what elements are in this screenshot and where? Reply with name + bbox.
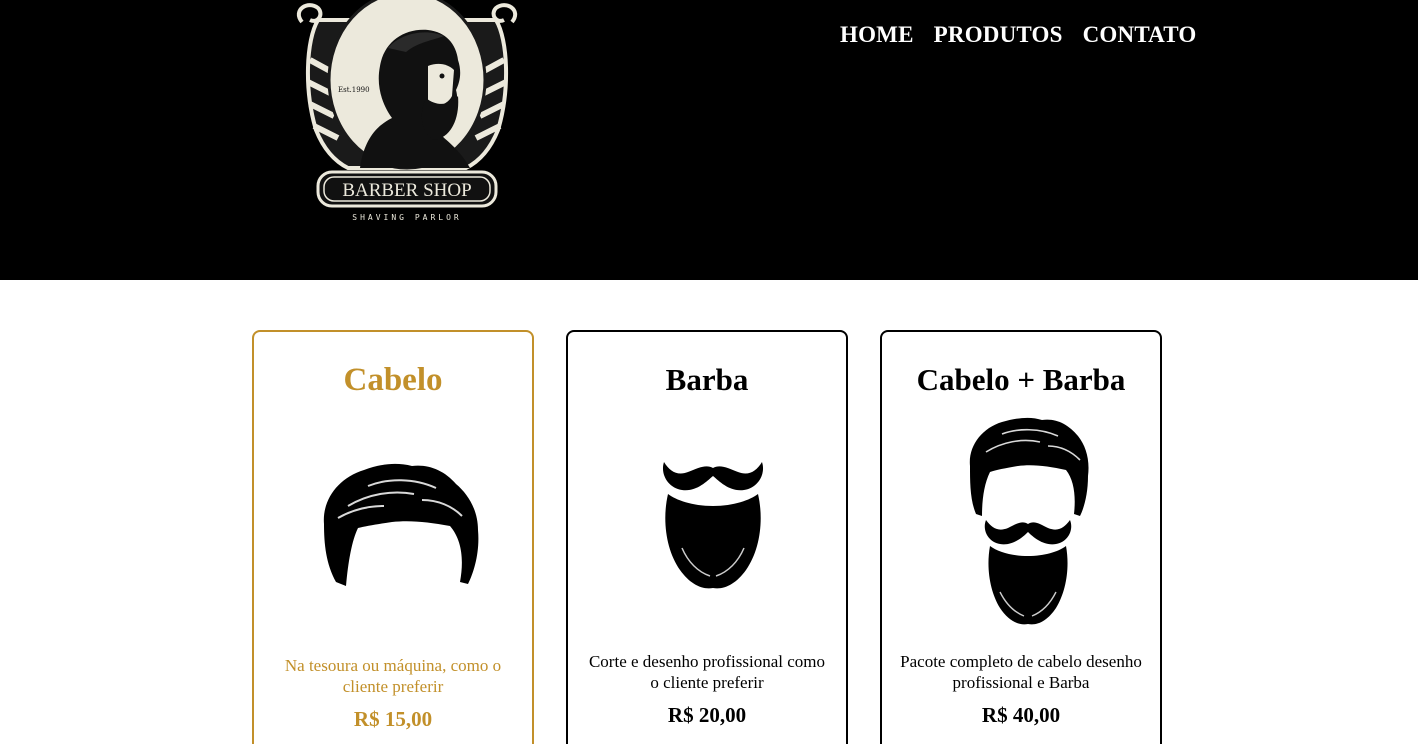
product-card-cabelo-barba[interactable]: Cabelo + Barba Pacote completo de cabelo…	[880, 330, 1162, 744]
beard-icon	[660, 452, 766, 596]
nav-home[interactable]: HOME	[840, 22, 914, 48]
card-title: Cabelo + Barba	[916, 362, 1126, 397]
hair-and-beard-icon	[966, 416, 1090, 632]
card-price: R$ 15,00	[353, 707, 433, 731]
main-nav: HOME PRODUTOS CONTATO	[840, 22, 1197, 48]
product-card-barba[interactable]: Barba Corte e desenho profissional como …	[566, 330, 848, 744]
site-header: Est.1990 BARBER SHOP SHAVING PARLOR HOME…	[0, 0, 1418, 280]
nav-produtos[interactable]: PRODUTOS	[934, 22, 1063, 48]
barbershop-logo[interactable]: Est.1990 BARBER SHOP SHAVING PARLOR	[288, 0, 526, 230]
card-price: R$ 40,00	[981, 703, 1061, 727]
logo-name: BARBER SHOP	[342, 180, 471, 201]
card-description: Na tesoura ou máquina, como o cliente pr…	[284, 656, 502, 696]
card-description: Corte e desenho profissional como o clie…	[588, 652, 826, 692]
card-title: Barba	[665, 362, 749, 397]
hair-icon	[318, 460, 482, 594]
nav-contato[interactable]: CONTATO	[1083, 22, 1197, 48]
card-title: Cabelo	[343, 362, 443, 398]
card-price: R$ 20,00	[667, 703, 747, 727]
logo-tagline: SHAVING PARLOR	[352, 213, 461, 222]
card-description: Pacote completo de cabelo desenho profis…	[900, 652, 1142, 692]
product-card-cabelo[interactable]: Cabelo Na tesoura ou máquina, como o cli…	[252, 330, 534, 744]
logo-established: Est.1990	[338, 86, 370, 94]
